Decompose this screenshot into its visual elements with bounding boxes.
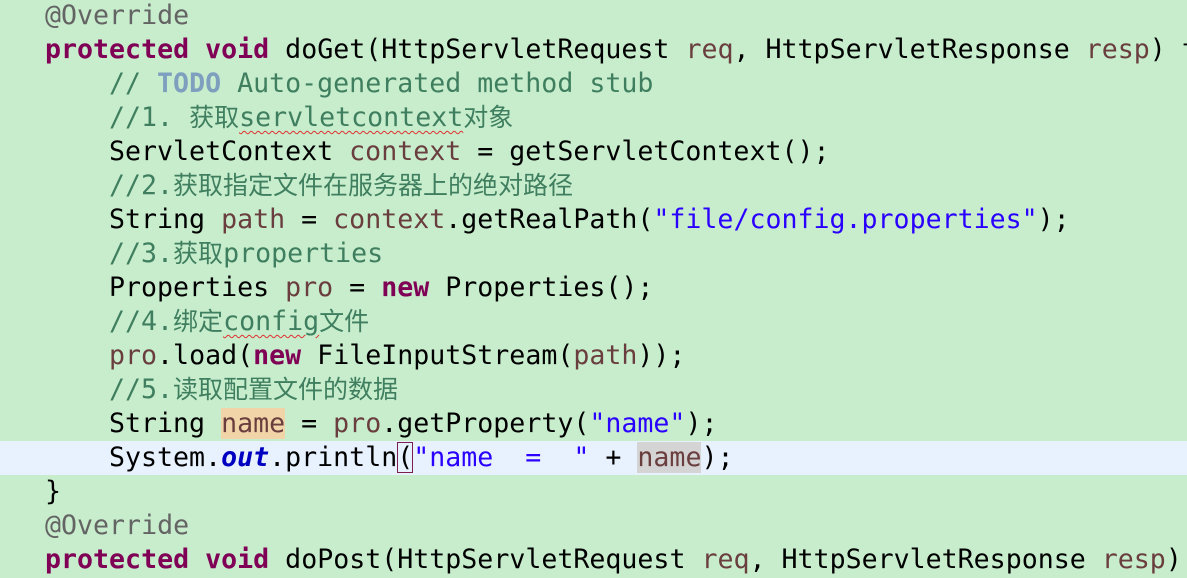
code-token: 读取配置文件的数据 [173, 375, 399, 404]
code-token: )); [637, 340, 686, 371]
code-token: = [333, 272, 382, 303]
code-token: , HttpServletResponse [749, 544, 1102, 575]
code-token: // [109, 68, 158, 99]
code-token: .getRealPath( [445, 204, 654, 235]
code-token: TODO [157, 68, 222, 99]
code-token: //2. [109, 170, 174, 201]
code-token: //5. [109, 374, 174, 405]
code-token: 对象 [463, 103, 514, 132]
code-line[interactable]: //4.绑定config文件 [0, 305, 1187, 339]
code-line[interactable]: pro.load(new FileInputStream(path)); [0, 339, 1187, 373]
code-token: String [109, 408, 222, 439]
code-token: @Override [45, 510, 190, 541]
code-token: "file/config.properties" [653, 204, 1038, 235]
code-token: ) t [1149, 34, 1187, 65]
code-token: } [45, 476, 62, 507]
code-token: path [221, 204, 286, 235]
code-token: ); [685, 408, 718, 439]
code-line[interactable]: //5.读取配置文件的数据 [0, 373, 1187, 407]
code-token: void [205, 34, 270, 65]
code-line[interactable]: // TODO Auto-generated method stub [0, 67, 1187, 101]
code-token: , HttpServletResponse [733, 34, 1086, 65]
code-line[interactable]: @Override [0, 0, 1187, 33]
code-token: "name = " [413, 442, 590, 473]
code-line[interactable]: String name = pro.getProperty("name"); [0, 407, 1187, 441]
code-line[interactable]: protected void doPost(HttpServletRequest… [0, 543, 1187, 577]
code-token: context [333, 204, 446, 235]
code-line[interactable]: String path = context.getRealPath("file/… [0, 203, 1187, 237]
code-token: String [109, 204, 222, 235]
code-editor[interactable]: @Override protected void doGet(HttpServle… [0, 0, 1187, 577]
code-line[interactable]: //1. 获取servletcontext对象 [0, 101, 1187, 135]
code-token: System. [109, 442, 222, 473]
code-token: req [701, 544, 750, 575]
code-token: doPost(HttpServletRequest [269, 544, 702, 575]
code-token: "name" [589, 408, 686, 439]
code-token: req [685, 34, 734, 65]
code-token: new [381, 272, 430, 303]
code-token: = [285, 408, 334, 439]
code-token: pro [333, 408, 382, 439]
code-token: doGet(HttpServletRequest [269, 34, 686, 65]
code-token: void [205, 544, 270, 575]
code-token: 获取指定文件在服务器上的绝对路径 [173, 171, 574, 200]
code-token: @Override [45, 0, 190, 31]
code-token: ); [701, 442, 734, 473]
code-token: Auto-generated method stub [221, 68, 654, 99]
code-token: ) [1165, 544, 1182, 575]
code-token: config [223, 306, 320, 337]
code-token: .load( [157, 340, 254, 371]
code-token: //3. [109, 238, 174, 269]
code-token: ( [397, 442, 414, 473]
code-token: + [589, 442, 638, 473]
code-token: out [221, 442, 270, 473]
code-token: .println [269, 442, 398, 473]
code-token: name [637, 442, 702, 473]
code-line[interactable]: @Override [0, 509, 1187, 543]
code-line[interactable]: protected void doGet(HttpServletRequest … [0, 33, 1187, 67]
code-token: name [221, 408, 286, 439]
code-token: = [285, 204, 334, 235]
code-token: protected [45, 34, 190, 65]
code-line[interactable]: Properties pro = new Properties(); [0, 271, 1187, 305]
code-line[interactable]: //3.获取properties [0, 237, 1187, 271]
code-token: pro [285, 272, 334, 303]
code-token: properties [223, 238, 384, 269]
code-token: 获取 [189, 103, 240, 132]
code-token: 绑定 [173, 307, 224, 336]
code-token: new [253, 340, 302, 371]
code-token: ServletContext [109, 136, 350, 167]
code-line[interactable]: ServletContext context = getServletConte… [0, 135, 1187, 169]
code-token: .getProperty( [381, 408, 590, 439]
code-token: ); [1037, 204, 1070, 235]
code-token: //1. [109, 102, 190, 133]
code-token: servletcontext [239, 102, 464, 133]
code-line[interactable]: //2.获取指定文件在服务器上的绝对路径 [0, 169, 1187, 203]
code-token: protected [45, 544, 190, 575]
code-token: = getServletContext(); [461, 136, 830, 167]
code-line-current[interactable]: System.out.println("name = " + name); [0, 441, 1187, 475]
code-token: //4. [109, 306, 174, 337]
code-token: Properties [109, 272, 286, 303]
code-token: 文件 [319, 307, 370, 336]
code-token: pro [109, 340, 158, 371]
code-token: 获取 [173, 239, 224, 268]
code-line[interactable]: } [0, 475, 1187, 509]
code-token: resp [1101, 544, 1166, 575]
code-token: context [349, 136, 462, 167]
code-token: FileInputStream( [301, 340, 574, 371]
code-token: path [573, 340, 638, 371]
code-token: Properties(); [429, 272, 654, 303]
code-token: resp [1085, 34, 1150, 65]
